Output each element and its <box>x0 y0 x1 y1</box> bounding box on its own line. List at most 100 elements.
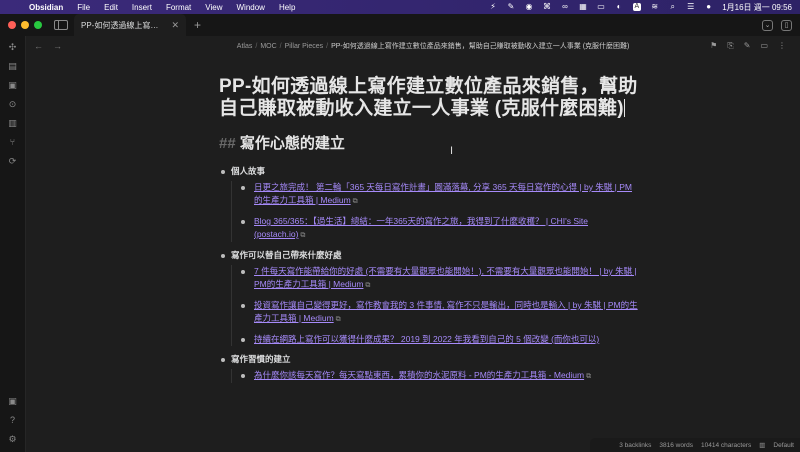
breadcrumb-pillar-pieces[interactable]: Pillar Pieces <box>285 43 324 50</box>
nested-list: 7 件每天寫作能帶給你的好處 (不需要有大量觀眾也能開始！), 不需要有大量觀眾… <box>231 265 639 346</box>
menubar-tray: ⚡ ✎ ◉ ⌘ ∞ ▦ ▭ ◐ A ≋ ⌕ ☰ ● 1月16日 週一 09:56 <box>489 2 800 13</box>
text-cursor <box>623 99 625 117</box>
external-link-icon: ⧉ <box>365 282 371 289</box>
edit-icon[interactable]: ✎ <box>744 41 751 51</box>
sidebar-toggle-icon[interactable] <box>54 20 68 30</box>
chevron-down-icon[interactable]: ⌄ <box>762 19 773 31</box>
breadcrumb-separator: / <box>326 43 329 50</box>
zoom-window-button[interactable] <box>34 21 42 29</box>
template-icon[interactable]: ▣ <box>8 80 18 90</box>
tab-label: PP-如何透過線上寫作建立數位產品來銷售，幫助自己賺取被動收入建立一人事業 (克… <box>81 20 165 30</box>
breadcrumb-separator: / <box>279 43 282 50</box>
external-link-icon: ⧉ <box>352 198 358 205</box>
menu-format[interactable]: Format <box>159 3 198 12</box>
list-item-personal-story[interactable]: 個人故事 <box>219 165 639 178</box>
close-window-button[interactable] <box>8 21 16 29</box>
link-icon[interactable]: ∞ <box>561 3 570 11</box>
back-arrow-icon[interactable]: ← <box>34 41 43 51</box>
menu-view[interactable]: View <box>198 3 229 12</box>
list-item: 7 件每天寫作能帶給你的好處 (不需要有大量觀眾也能開始！), 不需要有大量觀眾… <box>241 265 639 292</box>
tab-bar: PP-如何透過線上寫作建立數位產品來銷售，幫助自己賺取被動收入建立一人事業 (克… <box>0 14 800 36</box>
vault-switcher-icon[interactable]: ▣ <box>8 396 18 406</box>
note-title-text: PP-如何透過線上寫作建立數位產品來銷售，幫助自己賺取被動收入建立一人事業 (克… <box>219 76 638 119</box>
siri-icon[interactable]: ● <box>704 3 713 11</box>
grid-icon[interactable]: ▦ <box>579 3 588 11</box>
tabbar-right-controls: ⌄ ▯ <box>762 19 800 31</box>
view-header: ← → Atlas / MOC / Pillar Pieces / PP-如何透過線上寫作建… <box>26 36 800 56</box>
theme-name[interactable]: Default <box>773 442 794 449</box>
calendar-icon[interactable]: ▤ <box>8 61 18 71</box>
forward-arrow-icon[interactable]: → <box>53 41 62 51</box>
input-source-badge[interactable]: A <box>632 3 642 11</box>
external-link-icon: ⧉ <box>586 373 592 380</box>
external-link[interactable]: 日更之旅完成！ 第二輪「365 天每日寫作計畫」圓滿落幕, 分享 365 天每日… <box>254 182 632 205</box>
wifi-icon[interactable]: ≋ <box>650 3 659 11</box>
external-link-icon: ⧉ <box>335 316 341 323</box>
external-link[interactable]: 持續在網路上寫作可以獲得什麼成果？ 2019 到 2022 年我看到自己的 5 … <box>254 334 599 344</box>
list-item-writing-habit[interactable]: 寫作習慣的建立 <box>219 353 639 366</box>
sync-icon[interactable]: ⟳ <box>8 156 18 166</box>
pin-icon[interactable]: ⚑ <box>710 41 717 51</box>
left-ribbon: ✣ ▤ ▣ ⊙ ▥ ⑂ ⟳ ▣ ? ⚙ <box>0 36 26 452</box>
bookmark-icon[interactable]: ⎘ <box>727 41 733 51</box>
audio-icon[interactable]: ◐ <box>615 3 624 11</box>
menu-help[interactable]: Help <box>272 3 302 12</box>
menu-file[interactable]: File <box>70 3 97 12</box>
canvas-icon[interactable]: ▥ <box>8 118 18 128</box>
right-sidebar-toggle-icon[interactable]: ▯ <box>781 19 792 31</box>
command-icon[interactable]: ⌘ <box>543 3 552 11</box>
nested-list: 為什麼你該每天寫作？每天寫點東西，累積你的水泥原料 - PM的生產力工具箱 - … <box>231 369 639 383</box>
external-link[interactable]: 7 件每天寫作能帶給你的好處 (不需要有大量觀眾也能開始！), 不需要有大量觀眾… <box>254 266 637 289</box>
mouse-ibeam-cursor: I <box>450 145 454 157</box>
new-tab-button[interactable]: + <box>194 18 201 32</box>
list-item: 投資寫作讓自己變得更好，寫作教會我的 3 件事情, 寫作不只是輸出，同時也是輸入… <box>241 299 639 326</box>
feather-icon[interactable]: ✎ <box>507 3 516 11</box>
external-link[interactable]: 投資寫作讓自己變得更好，寫作教會我的 3 件事情, 寫作不只是輸出，同時也是輸入… <box>254 300 638 323</box>
note-content: PP-如何透過線上寫作建立數位產品來銷售，幫助自己賺取被動收入建立一人事業 (克… <box>219 76 639 390</box>
menu-edit[interactable]: Edit <box>97 3 125 12</box>
word-count: 3816 words <box>659 441 693 449</box>
battery-icon[interactable]: ▭ <box>597 3 606 11</box>
menu-insert[interactable]: Insert <box>125 3 159 12</box>
heading-markup: ## <box>219 135 236 152</box>
bullet-list: 個人故事 日更之旅完成！ 第二輪「365 天每日寫作計畫」圓滿落幕, 分享 36… <box>219 165 639 383</box>
external-link-icon: ⧉ <box>300 232 306 239</box>
breadcrumb-atlas[interactable]: Atlas <box>237 43 253 50</box>
menu-obsidian[interactable]: Obsidian <box>22 3 70 12</box>
control-center-icon[interactable]: ☰ <box>686 3 695 11</box>
command-palette-icon[interactable]: ⊙ <box>8 99 18 109</box>
bolt-icon[interactable]: ⚡ <box>489 3 498 11</box>
git-branch-icon[interactable]: ⑂ <box>8 137 18 147</box>
menubar-clock[interactable]: 1月16日 週一 09:56 <box>722 2 792 13</box>
list-item-writing-benefits[interactable]: 寫作可以替自己帶來什麼好處 <box>219 249 639 262</box>
backlinks-count[interactable]: 3 backlinks <box>619 442 651 449</box>
navigation-arrows: ← → <box>26 41 156 51</box>
list-item: 日更之旅完成！ 第二輪「365 天每日寫作計畫」圓滿落幕, 分享 365 天每日… <box>241 181 639 208</box>
list-item: 持續在網路上寫作可以獲得什麼成果？ 2019 到 2022 年我看到自己的 5 … <box>241 333 639 346</box>
breadcrumb-current[interactable]: PP-如何透過線上寫作建立數位產品來銷售，幫助自己賺取被動收入建立一人事業 (克… <box>331 43 629 50</box>
menu-window[interactable]: Window <box>229 3 271 12</box>
section-heading[interactable]: ## 寫作心態的建立 <box>219 132 639 153</box>
close-icon[interactable]: ✕ <box>171 20 179 31</box>
graph-icon[interactable]: ✣ <box>8 42 18 52</box>
reading-mode-icon[interactable]: ▥ <box>759 441 765 449</box>
external-link[interactable]: 為什麼你該每天寫作？每天寫點東西，累積你的水泥原料 - PM的生產力工具箱 - … <box>254 370 584 380</box>
window-controls <box>0 21 52 29</box>
ribbon-bottom: ▣ ? ⚙ <box>8 396 18 452</box>
macos-menubar: Obsidian File Edit Insert Format View Wi… <box>0 0 800 14</box>
more-options-icon[interactable]: ⋮ <box>778 41 786 51</box>
list-item: Blog 365/365：【過生活】總結：一年365天的寫作之旅，我得到了什麼收… <box>241 215 639 242</box>
note-title[interactable]: PP-如何透過線上寫作建立數位產品來銷售，幫助自己賺取被動收入建立一人事業 (克… <box>219 76 639 120</box>
gear-icon[interactable]: ⚙ <box>8 434 18 444</box>
reading-view-icon[interactable]: ▭ <box>760 41 768 51</box>
help-icon[interactable]: ? <box>8 415 18 425</box>
tab-active-note[interactable]: PP-如何透過線上寫作建立數位產品來銷售，幫助自己賺取被動收入建立一人事業 (克… <box>74 14 186 36</box>
status-bar: 3 backlinks 3816 words 10414 characters … <box>590 438 800 452</box>
breadcrumb-moc[interactable]: MOC <box>260 43 276 50</box>
search-icon[interactable]: ⌕ <box>668 3 677 11</box>
view-actions: ⚑ ⎘ ✎ ▭ ⋮ <box>710 41 800 51</box>
editor-pane[interactable]: PP-如何透過線上寫作建立數位產品來銷售，幫助自己賺取被動收入建立一人事業 (克… <box>26 56 800 452</box>
record-icon[interactable]: ◉ <box>525 3 534 11</box>
minimize-window-button[interactable] <box>21 21 29 29</box>
heading-text: 寫作心態的建立 <box>239 135 345 152</box>
